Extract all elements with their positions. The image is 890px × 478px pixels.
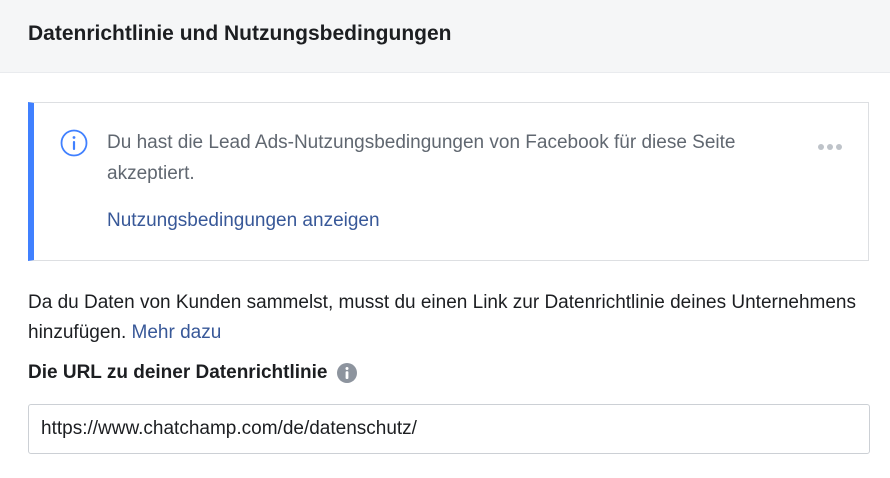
learn-more-link[interactable]: Mehr dazu (132, 322, 222, 343)
section-header: Datenrichtlinie und Nutzungsbedingungen (0, 0, 890, 73)
privacy-url-label-text: Die URL zu deiner Datenrichtlinie (28, 362, 328, 383)
terms-accepted-notice: Du hast die Lead Ads-Nutzungsbedingungen… (28, 102, 869, 261)
info-icon[interactable] (337, 363, 358, 383)
privacy-url-input[interactable] (28, 404, 870, 454)
notice-message: Du hast die Lead Ads-Nutzungsbedingungen… (107, 132, 736, 184)
more-options-icon[interactable] (818, 137, 846, 150)
privacy-description: Da du Daten von Kunden sammelst, musst d… (28, 288, 873, 348)
info-circle-icon (60, 129, 88, 157)
privacy-url-label: Die URL zu deiner Datenrichtlinie (28, 362, 358, 384)
section-title: Datenrichtlinie und Nutzungsbedingungen (28, 22, 452, 45)
view-terms-link[interactable]: Nutzungsbedingungen anzeigen (107, 210, 380, 232)
